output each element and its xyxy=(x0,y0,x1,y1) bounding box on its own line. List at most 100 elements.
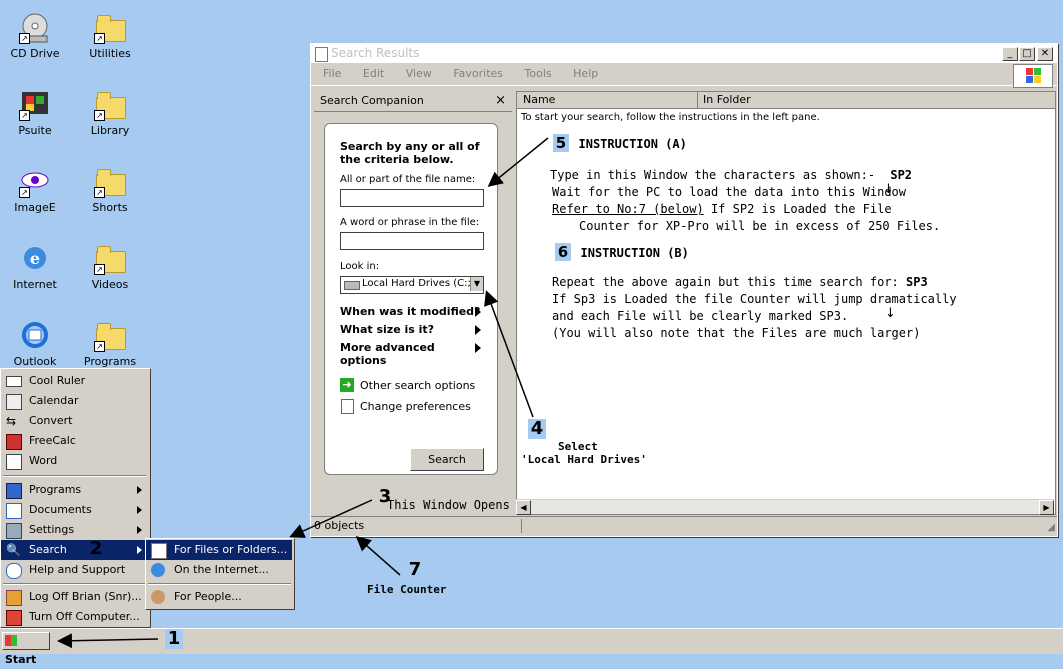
change-preferences-link[interactable]: Change preferences xyxy=(360,400,471,413)
search-button[interactable]: Search xyxy=(410,448,484,471)
start-item-log-off[interactable]: Log Off Brian (Snr)... xyxy=(1,587,148,607)
modified-option[interactable]: When was it modified? xyxy=(340,305,480,318)
green-arrow-icon: ➜ xyxy=(340,378,354,392)
search-sub-label: On the Internet... xyxy=(174,563,269,576)
word-icon xyxy=(6,454,22,470)
desktop-icon-cd-drive[interactable]: ↗ CD Drive xyxy=(0,12,70,60)
start-button[interactable]: Start xyxy=(2,632,50,666)
close-button[interactable]: ✕ xyxy=(1037,47,1053,61)
search-sub-label: For People... xyxy=(174,590,242,603)
people-icon xyxy=(151,590,165,604)
maximize-button[interactable]: □ xyxy=(1019,47,1035,61)
desktop-icon-psuite[interactable]: ↗ Psuite xyxy=(0,89,70,137)
start-item-help[interactable]: Help and Support xyxy=(1,560,148,580)
window-opens-note: This Window Opens xyxy=(387,498,510,512)
start-item-freecalc[interactable]: FreeCalc xyxy=(1,431,148,451)
folder-icon: ↗ xyxy=(94,320,126,352)
window-titlebar[interactable]: Search Results _ □ ✕ xyxy=(311,44,1057,63)
chevron-right-icon xyxy=(475,307,481,317)
start-item-label: Settings xyxy=(29,523,75,536)
start-menu: Cool Ruler Calendar ⇆ Convert FreeCalc Wo… xyxy=(0,368,151,628)
filename-input[interactable] xyxy=(340,189,484,207)
menu-favorites[interactable]: Favorites xyxy=(453,67,503,80)
start-item-label: Search xyxy=(29,543,67,556)
desktop-icon-videos[interactable]: ↗ Videos xyxy=(75,243,145,291)
minimize-button[interactable]: _ xyxy=(1002,47,1018,61)
size-option[interactable]: What size is it? xyxy=(340,323,434,336)
scroll-left-button[interactable]: ◀ xyxy=(516,500,531,515)
start-item-label: Calendar xyxy=(29,394,79,407)
desktop-icon-outlook[interactable]: Outlook xyxy=(0,320,70,368)
taskbar: Start xyxy=(0,628,1063,666)
desktop-icon-utilities[interactable]: ↗ Utilities xyxy=(75,12,145,60)
instruction-a-title: INSTRUCTION (A) xyxy=(578,137,687,151)
svg-text:e: e xyxy=(30,249,40,268)
start-item-calendar[interactable]: Calendar xyxy=(1,391,148,411)
globe-icon xyxy=(151,563,165,577)
companion-heading: Search by any or all of the criteria bel… xyxy=(340,140,480,166)
menu-view[interactable]: View xyxy=(406,67,432,80)
arrow-to-file-counter xyxy=(355,536,401,576)
desktop-icon-programs[interactable]: ↗ Programs xyxy=(75,320,145,368)
chevron-down-icon[interactable]: ▼ xyxy=(470,277,483,291)
search-internet[interactable]: On the Internet... xyxy=(146,560,292,580)
start-item-programs[interactable]: Programs xyxy=(1,480,148,500)
start-item-convert[interactable]: ⇆ Convert xyxy=(1,411,148,431)
menu-edit[interactable]: Edit xyxy=(363,67,384,80)
start-item-cool-ruler[interactable]: Cool Ruler xyxy=(1,371,148,391)
status-bar: 0 objects ◢ xyxy=(311,516,1057,535)
chevron-right-icon xyxy=(137,546,142,554)
horizontal-scrollbar[interactable]: ◀ ▶ xyxy=(516,499,1054,515)
menu-tools[interactable]: Tools xyxy=(525,67,552,80)
file-counter-label: File Counter xyxy=(367,583,447,596)
start-item-label: Cool Ruler xyxy=(29,374,86,387)
phrase-input[interactable] xyxy=(340,232,484,250)
menu-file[interactable]: File xyxy=(323,67,341,80)
advanced-option[interactable]: More advanced options xyxy=(340,341,450,367)
close-companion-icon[interactable]: × xyxy=(495,91,506,111)
down-arrow-icon: ↓ xyxy=(883,182,894,197)
start-item-settings[interactable]: Settings xyxy=(1,520,148,540)
desktop-icon-shorts[interactable]: ↗ Shorts xyxy=(75,166,145,214)
windows-flag-icon xyxy=(5,635,17,646)
start-item-word[interactable]: Word xyxy=(1,451,148,471)
scroll-right-button[interactable]: ▶ xyxy=(1039,500,1054,515)
down-arrow-icon: ↓ xyxy=(885,306,896,321)
menu-bar: File Edit View Favorites Tools Help xyxy=(311,63,1057,88)
start-item-turn-off[interactable]: Turn Off Computer... xyxy=(1,607,148,627)
start-item-documents[interactable]: Documents xyxy=(1,500,148,520)
documents-icon xyxy=(6,503,22,519)
phrase-label: A word or phrase in the file: xyxy=(340,217,480,228)
film-camera-icon: ↗ xyxy=(19,89,51,121)
ruler-icon xyxy=(6,376,22,387)
desktop-icon-internet[interactable]: e Internet xyxy=(0,243,70,291)
search-files-folders[interactable]: For Files or Folders... xyxy=(146,540,292,560)
lookin-dropdown[interactable]: Local Hard Drives (C:; ▼ xyxy=(340,276,484,294)
desktop-icon-library[interactable]: ↗ Library xyxy=(75,89,145,137)
instruction-b-code: SP3 xyxy=(906,275,928,289)
menu-help[interactable]: Help xyxy=(573,67,598,80)
search-icon: 🔍 xyxy=(6,543,21,557)
files-folders-icon xyxy=(151,543,167,559)
instruction-b-line: (You will also note that the Files are m… xyxy=(552,326,921,340)
column-in-folder[interactable]: In Folder xyxy=(703,92,751,108)
resize-grip-icon[interactable]: ◢ xyxy=(1047,519,1055,537)
column-name[interactable]: Name xyxy=(523,92,555,108)
search-people[interactable]: For People... xyxy=(146,587,292,607)
start-item-search[interactable]: 🔍 Search xyxy=(1,540,148,560)
menu-separator xyxy=(3,583,146,585)
start-button-label: Start xyxy=(5,653,37,666)
desktop-icon-imagee[interactable]: ↗ ImageE xyxy=(0,166,70,214)
preferences-icon xyxy=(341,399,354,414)
instruction-a-line: Refer to No:7 (below) xyxy=(552,202,704,216)
search-companion-header: Search Companion × xyxy=(314,91,512,112)
menu-separator xyxy=(3,475,146,477)
help-icon xyxy=(6,563,22,579)
folder-icon: ↗ xyxy=(94,166,126,198)
search-submenu: For Files or Folders... On the Internet.… xyxy=(145,538,295,610)
desktop-icon-label: Utilities xyxy=(89,47,131,60)
callout-number-2: 2 xyxy=(89,538,103,559)
instruction-a: 5 INSTRUCTION (A) xyxy=(553,134,687,152)
desktop-icon-label: Videos xyxy=(91,278,129,291)
other-search-options-link[interactable]: Other search options xyxy=(360,379,475,392)
